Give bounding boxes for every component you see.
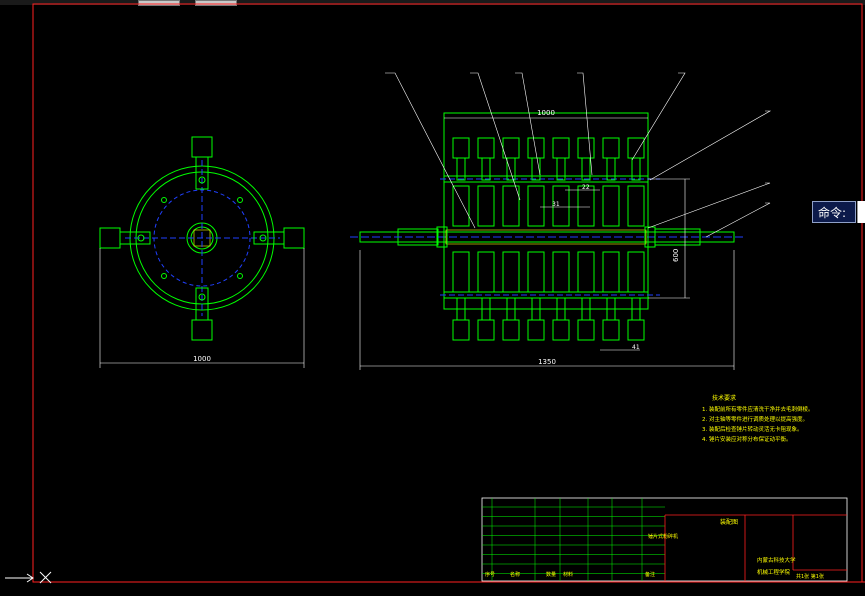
ucs-icon <box>5 571 52 584</box>
hammer-part <box>631 157 641 181</box>
hammer-part <box>527 137 545 159</box>
hammer-part <box>627 137 645 159</box>
hammer-part <box>552 319 570 341</box>
command-input[interactable] <box>857 201 865 223</box>
title-school: 内蒙古科技大学 <box>757 556 796 564</box>
hammer-part <box>627 251 645 293</box>
title-drawing-label: 装配图 <box>720 518 738 526</box>
hammer-part <box>527 319 545 341</box>
hammer-part <box>577 137 595 159</box>
tech-req-line: 4. 锤片安装应对称分布保证动平衡。 <box>702 435 792 443</box>
hammer-part <box>452 185 470 227</box>
front-view: 1000 <box>99 136 305 368</box>
hammer-part <box>602 251 620 293</box>
tech-req-line: 1. 装配前所有零件应清洗干净并去毛刺倒棱。 <box>702 405 814 413</box>
title-dept: 机械工程学院 <box>757 568 791 576</box>
dim-gap-31: 31 <box>552 201 560 208</box>
hammer-part <box>477 251 495 293</box>
hammer-part <box>552 251 570 293</box>
title-header-name: 名称 <box>510 571 520 578</box>
hammer-part <box>452 319 470 341</box>
hammer-part <box>506 157 516 181</box>
hammer-part <box>602 319 620 341</box>
hammer-part <box>452 251 470 293</box>
hammer-part <box>456 157 466 181</box>
title-header-no: 序号 <box>485 571 495 578</box>
title-block: 装配图 锤片式粉碎机 内蒙古科技大学 机械工程学院 共1张 第1张 序号 名称 … <box>481 497 848 582</box>
tech-req-title: 技术要求 <box>712 394 736 402</box>
tech-req-line: 3. 装配后检查锤片转动灵活无卡阻现象。 <box>702 425 803 433</box>
dim-gap-41: 41 <box>632 344 640 351</box>
side-view: 1350 1000 600 31 22 41 <box>350 72 772 370</box>
hammer-part <box>602 137 620 159</box>
dim-height: 600 <box>672 249 680 262</box>
cad-drawing: 1000 1350 1000 600 31 22 41 技术要求 1. 装配前所… <box>5 3 865 584</box>
hammer-part <box>477 185 495 227</box>
hammer-part <box>602 185 620 227</box>
title-header-qty: 数量 <box>546 571 556 578</box>
hammer-part <box>627 319 645 341</box>
title-part-name: 锤片式粉碎机 <box>648 533 678 540</box>
tech-req-line: 2. 对主轴等零件进行调质处理以提高强度。 <box>702 415 808 423</box>
dim-shaft-top: 1000 <box>537 109 555 117</box>
hammer-part <box>502 319 520 341</box>
hammer-part <box>527 185 545 227</box>
hammer-part <box>502 185 520 227</box>
drawing-frame-outer <box>32 3 863 583</box>
hammer-part <box>627 185 645 227</box>
hammer-part <box>452 137 470 159</box>
dim-side-length: 1350 <box>538 358 556 366</box>
hammer-part <box>527 251 545 293</box>
title-header-note: 备注 <box>645 571 655 578</box>
hammer-part <box>477 319 495 341</box>
hammer-part <box>581 157 591 181</box>
hammer-part <box>577 251 595 293</box>
dim-gap-22: 22 <box>582 184 590 191</box>
cad-viewport[interactable]: 1000 1350 1000 600 31 22 41 技术要求 1. 装配前所… <box>0 0 865 596</box>
tech-requirements: 技术要求 1. 装配前所有零件应清洗干净并去毛刺倒棱。 2. 对主轴等零件进行调… <box>702 394 814 443</box>
hammer-part <box>502 251 520 293</box>
title-header-mat: 材料 <box>563 571 573 578</box>
command-prompt-label: 命令: <box>812 201 856 223</box>
hammer-part <box>556 157 566 181</box>
hammer-part <box>577 185 595 227</box>
hammer-part <box>552 137 570 159</box>
hammer-part <box>606 157 616 181</box>
dim-front-width: 1000 <box>193 355 211 363</box>
hammer-part <box>477 137 495 159</box>
hammer-part <box>481 157 491 181</box>
title-sheet: 共1张 第1张 <box>796 573 824 580</box>
hammer-part <box>577 319 595 341</box>
